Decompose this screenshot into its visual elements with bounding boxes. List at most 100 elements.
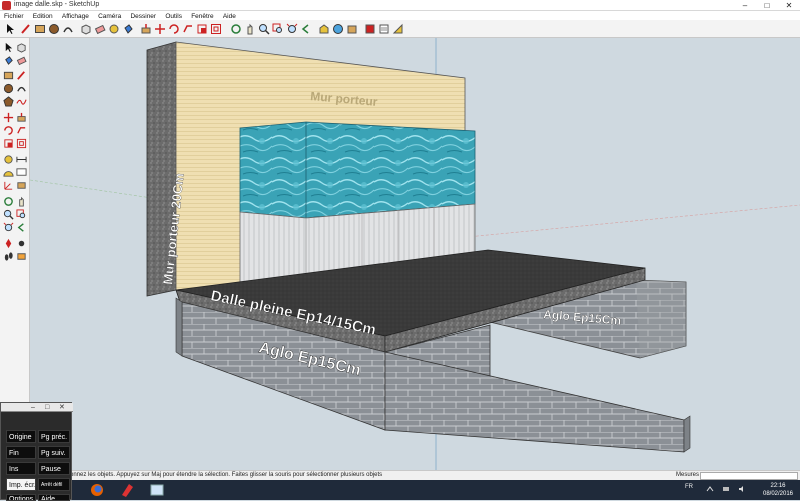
- scale-icon[interactable]: [3, 138, 14, 149]
- sketchup-app-icon: [2, 1, 11, 10]
- key-ins[interactable]: Ins: [6, 462, 36, 475]
- measures-label: Mesures: [676, 472, 700, 478]
- block-wall-long[interactable]: [384, 351, 685, 453]
- rotate-icon[interactable]: [168, 23, 180, 35]
- select-arrow-icon[interactable]: [3, 42, 14, 53]
- key-origine[interactable]: Origine: [6, 430, 36, 443]
- zoom-icon[interactable]: [3, 209, 14, 220]
- status-hint-text: onnez les objets. Appuyez sur Maj pour é…: [70, 472, 383, 478]
- status-bar: onnez les objets. Appuyez sur Maj pour é…: [0, 470, 800, 480]
- key-pg-prec[interactable]: Pg préc.: [38, 430, 70, 443]
- protractor-icon[interactable]: [3, 167, 14, 178]
- language-indicator[interactable]: FR: [685, 484, 693, 490]
- zoom-icon[interactable]: [258, 23, 270, 35]
- key-arret-defil[interactable]: Arrêt défil: [38, 478, 70, 491]
- key-fin[interactable]: Fin: [6, 446, 36, 459]
- section-plane-icon[interactable]: [16, 251, 27, 262]
- circle-icon[interactable]: [48, 23, 60, 35]
- make-component-icon[interactable]: [80, 23, 92, 35]
- move-icon[interactable]: [3, 112, 14, 123]
- paint-bucket-icon[interactable]: [3, 55, 14, 66]
- clock-time: 22:16: [770, 483, 786, 489]
- orbit-icon[interactable]: [3, 196, 14, 207]
- make-component-icon[interactable]: [16, 42, 27, 53]
- text-icon[interactable]: [16, 167, 27, 178]
- minimize-button[interactable]: –: [734, 0, 756, 11]
- eraser-icon[interactable]: [94, 23, 106, 35]
- tray-up-arrow-icon[interactable]: [706, 485, 714, 493]
- pan-icon[interactable]: [16, 196, 27, 207]
- move-icon[interactable]: [154, 23, 166, 35]
- zoom-extents-icon[interactable]: [3, 222, 14, 233]
- pencil-line-icon[interactable]: [20, 23, 32, 35]
- osk-close-button[interactable]: ✕: [59, 403, 65, 412]
- onscreen-keyboard-header: – □ ✕: [1, 403, 73, 412]
- zoom-extents-icon[interactable]: [286, 23, 298, 35]
- follow-me-icon[interactable]: [16, 125, 27, 136]
- offset-icon[interactable]: [16, 138, 27, 149]
- rectangle-icon[interactable]: [3, 70, 14, 81]
- get-models-icon[interactable]: [346, 23, 358, 35]
- axes-icon[interactable]: [3, 180, 14, 191]
- orbit-icon[interactable]: [230, 23, 242, 35]
- look-around-icon[interactable]: [16, 238, 27, 249]
- red-axis-line: [435, 204, 800, 241]
- layout-icon[interactable]: [378, 23, 390, 35]
- zoom-window-icon[interactable]: [16, 209, 27, 220]
- extension-warehouse-icon[interactable]: [364, 23, 376, 35]
- tape-measure-icon[interactable]: [3, 154, 14, 165]
- network-icon[interactable]: [722, 485, 730, 493]
- key-pg-suiv[interactable]: Pg suiv.: [38, 446, 70, 459]
- onscreen-keyboard: – □ ✕ Origine Pg préc. Fin Pg suiv. Ins …: [0, 402, 73, 501]
- style-builder-icon[interactable]: [392, 23, 404, 35]
- push-pull-icon[interactable]: [140, 23, 152, 35]
- volume-icon[interactable]: [738, 485, 746, 493]
- menu-bar: Fichier Edition Affichage Caméra Dessine…: [0, 11, 800, 20]
- walk-icon[interactable]: [3, 251, 14, 262]
- zoom-window-icon[interactable]: [272, 23, 284, 35]
- arc-icon[interactable]: [62, 23, 74, 35]
- title-bar: image dalle.skp - SketchUp – □ ✕: [0, 0, 800, 11]
- osk-maximize-button[interactable]: □: [45, 403, 49, 412]
- push-pull-icon[interactable]: [16, 112, 27, 123]
- pencil-line-icon[interactable]: [16, 70, 27, 81]
- osk-minimize-button[interactable]: –: [31, 403, 35, 412]
- clock-date: 08/02/2016: [762, 491, 794, 497]
- taskbar: FR 22:16 08/02/2016: [0, 480, 800, 500]
- follow-me-icon[interactable]: [182, 23, 194, 35]
- 3d-warehouse-icon[interactable]: [318, 23, 330, 35]
- close-button[interactable]: ✕: [778, 0, 800, 11]
- 3d-scene[interactable]: Mur porteur Mur porteur 20Cm Dalle plein…: [30, 38, 800, 470]
- dimension-icon[interactable]: [16, 154, 27, 165]
- circle-icon[interactable]: [3, 83, 14, 94]
- window-title: image dalle.skp - SketchUp: [14, 1, 100, 8]
- share-model-icon[interactable]: [332, 23, 344, 35]
- modeling-viewport[interactable]: Mur porteur Mur porteur 20Cm Dalle plein…: [30, 38, 800, 470]
- previous-view-icon[interactable]: [300, 23, 312, 35]
- arc-icon[interactable]: [16, 83, 27, 94]
- position-camera-icon[interactable]: [3, 238, 14, 249]
- offset-icon[interactable]: [210, 23, 222, 35]
- file-explorer-icon[interactable]: [146, 482, 168, 498]
- rotate-icon[interactable]: [3, 125, 14, 136]
- main-toolbar: [0, 20, 800, 38]
- sketchup-taskbar-icon[interactable]: [116, 482, 138, 498]
- polygon-icon[interactable]: [3, 96, 14, 107]
- scale-icon[interactable]: [196, 23, 208, 35]
- previous-view-icon[interactable]: [16, 222, 27, 233]
- pan-icon[interactable]: [244, 23, 256, 35]
- select-arrow-icon[interactable]: [4, 23, 16, 35]
- firefox-icon[interactable]: [86, 482, 108, 498]
- freehand-icon[interactable]: [16, 96, 27, 107]
- eraser-icon[interactable]: [16, 55, 27, 66]
- key-imp-ecr[interactable]: Imp. écr.: [6, 478, 36, 491]
- pool-water[interactable]: [239, 121, 476, 219]
- rectangle-icon[interactable]: [34, 23, 46, 35]
- measures-input[interactable]: [700, 472, 798, 480]
- maximize-button[interactable]: □: [756, 0, 778, 11]
- key-pause[interactable]: Pause: [38, 462, 70, 475]
- paint-bucket-icon[interactable]: [122, 23, 134, 35]
- 3d-text-icon[interactable]: [16, 180, 27, 191]
- tape-measure-icon[interactable]: [108, 23, 120, 35]
- system-clock[interactable]: 22:16 08/02/2016: [758, 482, 798, 498]
